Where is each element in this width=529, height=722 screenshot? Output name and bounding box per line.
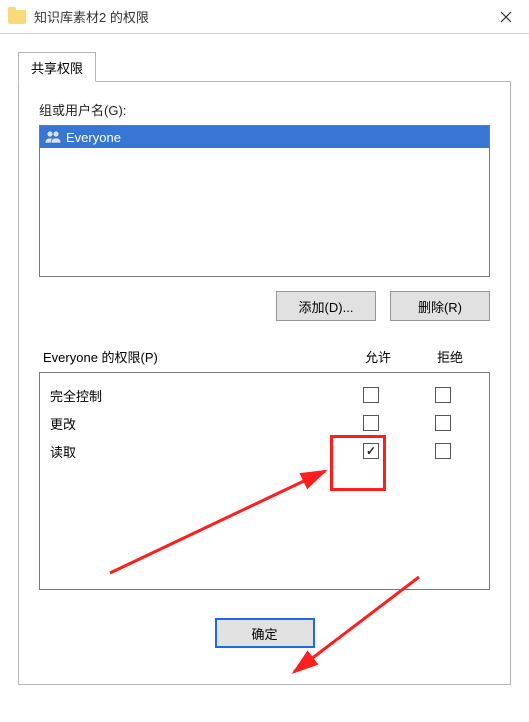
group-buttons-row: 添加(D)... 删除(R) bbox=[39, 291, 490, 321]
titlebar: 知识库素材2 的权限 bbox=[0, 0, 529, 34]
annotation-arrow-1 bbox=[100, 463, 340, 583]
checkbox-deny-change[interactable] bbox=[435, 415, 451, 431]
tab-share-permissions[interactable]: 共享权限 bbox=[18, 52, 96, 82]
checkbox-deny-read[interactable] bbox=[435, 443, 451, 459]
window-title: 知识库素材2 的权限 bbox=[34, 7, 149, 26]
permissions-section: Everyone 的权限(P) 允许 拒绝 bbox=[39, 347, 490, 366]
checkbox-allow-full[interactable] bbox=[363, 387, 379, 403]
tab-body: 组或用户名(G): Everyone 添加(D)... 删除(R bbox=[18, 81, 511, 685]
close-button[interactable] bbox=[483, 0, 529, 34]
users-icon bbox=[44, 130, 62, 144]
col-deny-header: 拒绝 bbox=[414, 347, 486, 366]
add-button[interactable]: 添加(D)... bbox=[276, 291, 376, 321]
checkbox-allow-change[interactable] bbox=[363, 415, 379, 431]
add-button-label: 添加(D)... bbox=[299, 300, 354, 315]
perm-name: 更改 bbox=[50, 414, 335, 433]
perm-row: 完全控制 bbox=[44, 381, 485, 409]
list-item[interactable]: Everyone bbox=[40, 126, 489, 148]
col-allow-header: 允许 bbox=[342, 347, 414, 366]
remove-button-label: 删除(R) bbox=[418, 300, 462, 315]
perm-name: 完全控制 bbox=[50, 386, 335, 405]
groups-listbox[interactable]: Everyone bbox=[39, 125, 490, 277]
groups-label: 组或用户名(G): bbox=[39, 100, 490, 119]
dialog-content: 共享权限 组或用户名(G): Everyone 添加(D)... bbox=[0, 34, 529, 695]
ok-button[interactable]: 确定 bbox=[215, 618, 315, 648]
perm-row: 读取 bbox=[44, 437, 485, 465]
remove-button[interactable]: 删除(R) bbox=[390, 291, 490, 321]
close-icon bbox=[500, 11, 512, 23]
list-item-name: Everyone bbox=[66, 130, 121, 145]
checkbox-deny-full[interactable] bbox=[435, 387, 451, 403]
permissions-header: Everyone 的权限(P) 允许 拒绝 bbox=[39, 347, 490, 366]
folder-icon bbox=[8, 10, 26, 24]
perm-row: 更改 bbox=[44, 409, 485, 437]
permissions-label: Everyone 的权限(P) bbox=[43, 347, 342, 366]
ok-row: 确定 bbox=[39, 618, 490, 648]
checkbox-allow-read[interactable] bbox=[363, 443, 379, 459]
tab-label: 共享权限 bbox=[31, 61, 83, 76]
ok-button-label: 确定 bbox=[251, 627, 277, 642]
perm-name: 读取 bbox=[50, 442, 335, 461]
permissions-box: 完全控制 更改 读取 bbox=[39, 372, 490, 590]
tab-strip: 共享权限 bbox=[18, 52, 511, 82]
